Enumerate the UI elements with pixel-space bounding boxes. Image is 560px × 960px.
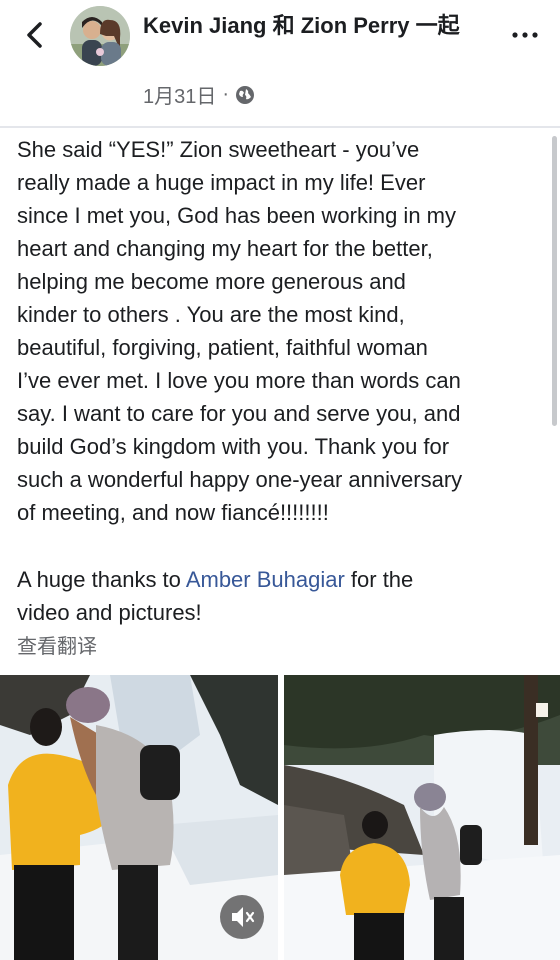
post-thanks-line: A huge thanks to Amber Buhagiar for the …	[17, 563, 547, 629]
post-header: Kevin Jiang 和 Zion Perry 一起 1月31日 ·	[0, 0, 560, 126]
post-date[interactable]: 1月31日	[143, 80, 216, 109]
photo-right[interactable]	[284, 675, 560, 960]
scrollbar[interactable]	[552, 136, 557, 426]
post-title[interactable]: Kevin Jiang 和 Zion Perry 一起	[143, 10, 488, 41]
see-translation-link[interactable]: 查看翻译	[17, 630, 97, 659]
post-body-text: She said “YES!” Zion sweetheart - you’ve…	[17, 137, 463, 525]
more-dots-icon[interactable]	[508, 20, 542, 50]
meta-separator: ·	[222, 83, 230, 105]
header-divider	[0, 126, 560, 128]
avatar[interactable]	[70, 6, 130, 66]
back-chevron-icon[interactable]	[18, 18, 52, 52]
avatar-photo	[70, 6, 130, 66]
mention-link[interactable]: Amber Buhagiar	[186, 567, 345, 592]
speaker-muted-icon	[232, 907, 255, 927]
post-meta: 1月31日 ·	[143, 80, 255, 109]
photo-right-image	[284, 675, 560, 960]
thanks-prefix: A huge thanks to	[17, 567, 186, 592]
mute-button[interactable]	[220, 895, 264, 939]
globe-icon[interactable]	[235, 85, 255, 105]
